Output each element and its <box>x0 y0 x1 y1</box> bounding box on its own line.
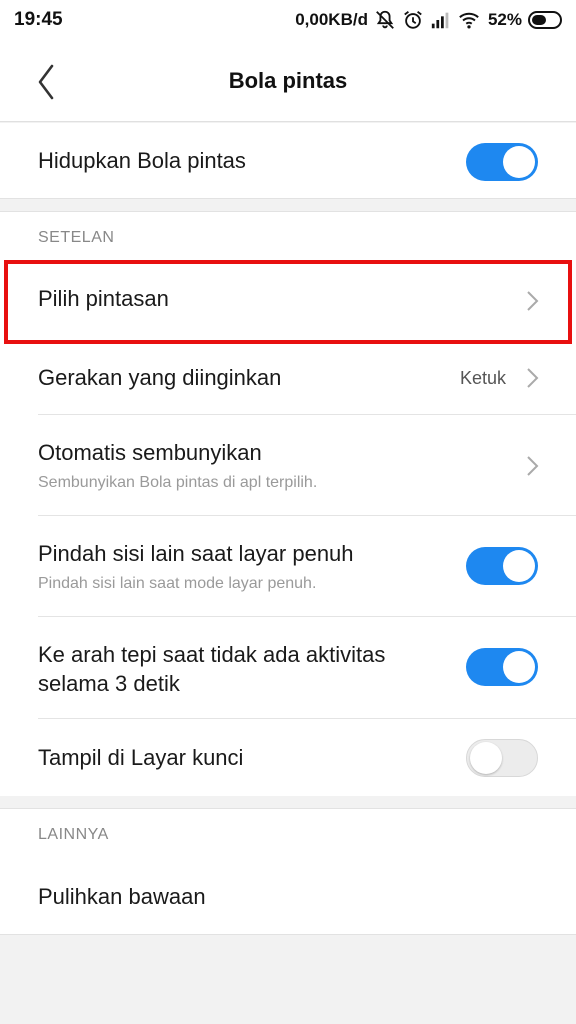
row-subtitle: Pindah sisi lain saat mode layar penuh. <box>38 575 317 592</box>
row-title: Pilih pintasan <box>38 286 169 311</box>
battery-icon <box>528 11 562 29</box>
chevron-right-icon <box>526 290 540 312</box>
alarm-icon <box>402 9 424 31</box>
main-toggle-switch[interactable] <box>466 143 538 181</box>
toggle-knob <box>503 146 535 178</box>
row-tampil-layar-kunci[interactable]: Tampil di Layar kunci <box>0 719 576 796</box>
status-time: 19:45 <box>14 9 63 30</box>
row-pilih-pintasan[interactable]: Pilih pintasan <box>0 261 576 341</box>
row-title: Tampil di Layar kunci <box>38 745 244 770</box>
row-title-line2: selama 3 detik <box>38 671 180 696</box>
row-otomatis-sembunyikan[interactable]: Otomatis sembunyikan Sembunyikan Bola pi… <box>0 415 576 516</box>
row-value: Ketuk <box>459 368 506 388</box>
section-header-label: LAINNYA <box>38 826 109 843</box>
main-toggle-row[interactable]: Hidupkan Bola pintas <box>0 123 576 199</box>
row-title: Gerakan yang diinginkan <box>38 365 282 390</box>
section-header-settings: SETELAN <box>0 211 576 261</box>
section-header-other: LAINNYA <box>0 808 576 858</box>
toggle-knob <box>470 742 502 774</box>
status-icons: 0,00KB/d 52% <box>295 8 562 32</box>
chevron-right-icon <box>526 367 540 389</box>
status-bar: 19:45 0,00KB/d 52% <box>0 0 576 40</box>
pindah-sisi-toggle[interactable] <box>466 547 538 585</box>
chevron-right-icon <box>526 455 540 477</box>
main-toggle-label: Hidupkan Bola pintas <box>38 148 246 173</box>
title-bar: Bola pintas <box>0 40 576 122</box>
bell-off-icon <box>374 9 396 31</box>
ke-arah-tepi-toggle[interactable] <box>466 648 538 686</box>
row-title-line1: Ke arah tepi saat tidak ada aktivitas <box>38 642 386 667</box>
row-title: Pulihkan bawaan <box>38 884 206 909</box>
row-gerakan[interactable]: Gerakan yang diinginkan Ketuk <box>0 341 576 415</box>
row-subtitle: Sembunyikan Bola pintas di apl terpilih. <box>38 474 318 491</box>
battery-percent: 52% <box>487 10 522 29</box>
page-title: Bola pintas <box>228 68 348 93</box>
battery-level <box>532 15 546 25</box>
network-speed: 0,00KB/d <box>295 10 368 29</box>
row-ke-arah-tepi[interactable]: Ke arah tepi saat tidak ada aktivitas se… <box>0 617 576 719</box>
section-header-label: SETELAN <box>38 229 115 246</box>
wifi-icon <box>458 9 480 31</box>
toggle-knob <box>503 550 535 582</box>
row-pulihkan-bawaan[interactable]: Pulihkan bawaan <box>0 858 576 935</box>
row-title: Otomatis sembunyikan <box>38 440 262 465</box>
row-title: Pindah sisi lain saat layar penuh <box>38 541 354 566</box>
tampil-layar-kunci-toggle[interactable] <box>466 739 538 777</box>
signal-icon <box>430 9 452 31</box>
row-pindah-sisi[interactable]: Pindah sisi lain saat layar penuh Pindah… <box>0 516 576 617</box>
toggle-knob <box>503 651 535 683</box>
